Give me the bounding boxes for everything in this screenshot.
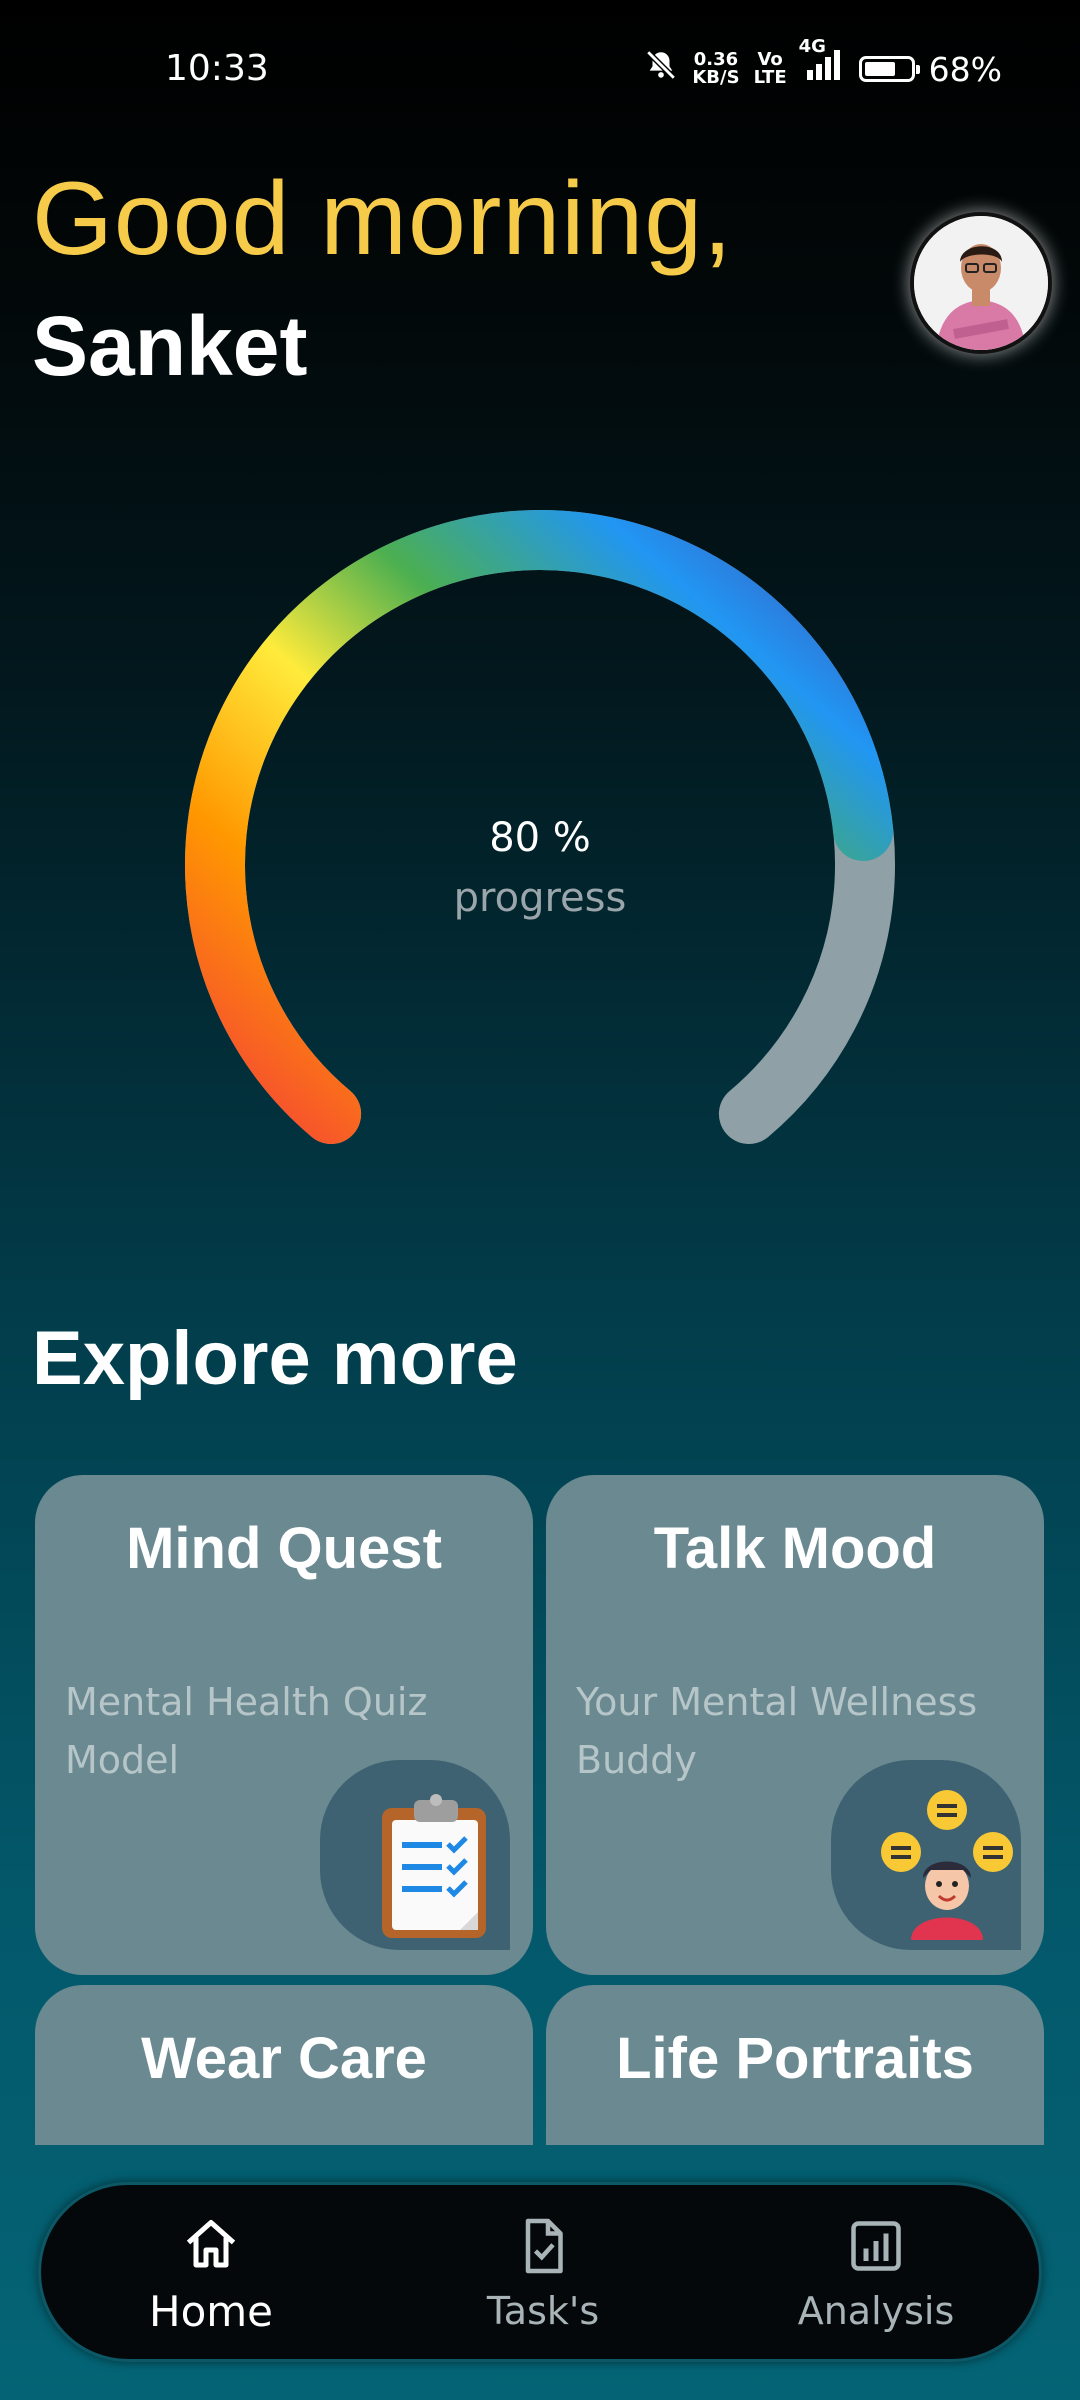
nav-analysis-label: Analysis bbox=[797, 2289, 955, 2333]
card-talk-mood[interactable]: Talk Mood Your Mental Wellness Buddy bbox=[546, 1475, 1044, 1975]
explore-cards: Mind Quest Mental Health Quiz Model Talk… bbox=[0, 1470, 1080, 2145]
nav-tasks[interactable]: Task's bbox=[423, 2215, 663, 2333]
progress-label: progress bbox=[453, 875, 627, 921]
card-badge bbox=[320, 1760, 510, 1950]
card-title: Life Portraits bbox=[616, 2026, 974, 2091]
battery-percent: 68% bbox=[928, 49, 1002, 89]
clipboard-checklist-icon bbox=[382, 1794, 486, 1938]
card-title: Talk Mood bbox=[653, 1516, 937, 1581]
user-name: Sanket bbox=[32, 299, 308, 393]
nav-home-label: Home bbox=[148, 2287, 274, 2336]
card-mind-quest[interactable]: Mind Quest Mental Health Quiz Model bbox=[35, 1475, 533, 1975]
volte-bottom: LTE bbox=[753, 67, 787, 88]
nav-analysis[interactable]: Analysis bbox=[756, 2215, 996, 2333]
nav-tasks-label: Task's bbox=[486, 2289, 600, 2333]
card-badge bbox=[831, 1760, 1021, 1950]
network-speed: 0.36 KB/S bbox=[692, 51, 739, 87]
card-title: Wear Care bbox=[141, 2026, 427, 2091]
greeting-text: Good morning, bbox=[32, 161, 733, 277]
card-wear-care[interactable]: Wear Care bbox=[35, 1985, 533, 2145]
explore-title: Explore more bbox=[32, 1316, 518, 1401]
battery-icon bbox=[858, 56, 920, 82]
network-type: 4G bbox=[798, 36, 826, 57]
progress-value: 80 % bbox=[489, 815, 591, 861]
status-bar: 10:33 0.36 KB/S Vo LTE 4G 68% bbox=[0, 0, 1080, 140]
home-icon bbox=[186, 2220, 236, 2268]
card-title: Mind Quest bbox=[126, 1516, 442, 1581]
bell-muted-icon bbox=[644, 48, 678, 90]
avatar[interactable] bbox=[910, 212, 1052, 354]
bar-chart-icon bbox=[851, 2221, 901, 2271]
person-chat-bubbles-icon bbox=[881, 1790, 1013, 1940]
avatar-photo bbox=[914, 216, 1048, 350]
signal-icon: 4G bbox=[799, 38, 845, 90]
status-icons: 0.36 KB/S Vo LTE 4G 68% bbox=[644, 38, 1002, 90]
battery-level-fill bbox=[864, 62, 895, 76]
volte-indicator: Vo LTE bbox=[754, 51, 787, 87]
bottom-navigation: Home Task's Analysis bbox=[38, 2182, 1042, 2362]
network-speed-unit: KB/S bbox=[692, 67, 740, 88]
card-life-portraits[interactable]: Life Portraits bbox=[546, 1985, 1044, 2145]
status-time: 10:33 bbox=[165, 48, 269, 89]
task-document-icon bbox=[525, 2218, 563, 2274]
nav-home[interactable]: Home bbox=[91, 2215, 331, 2336]
